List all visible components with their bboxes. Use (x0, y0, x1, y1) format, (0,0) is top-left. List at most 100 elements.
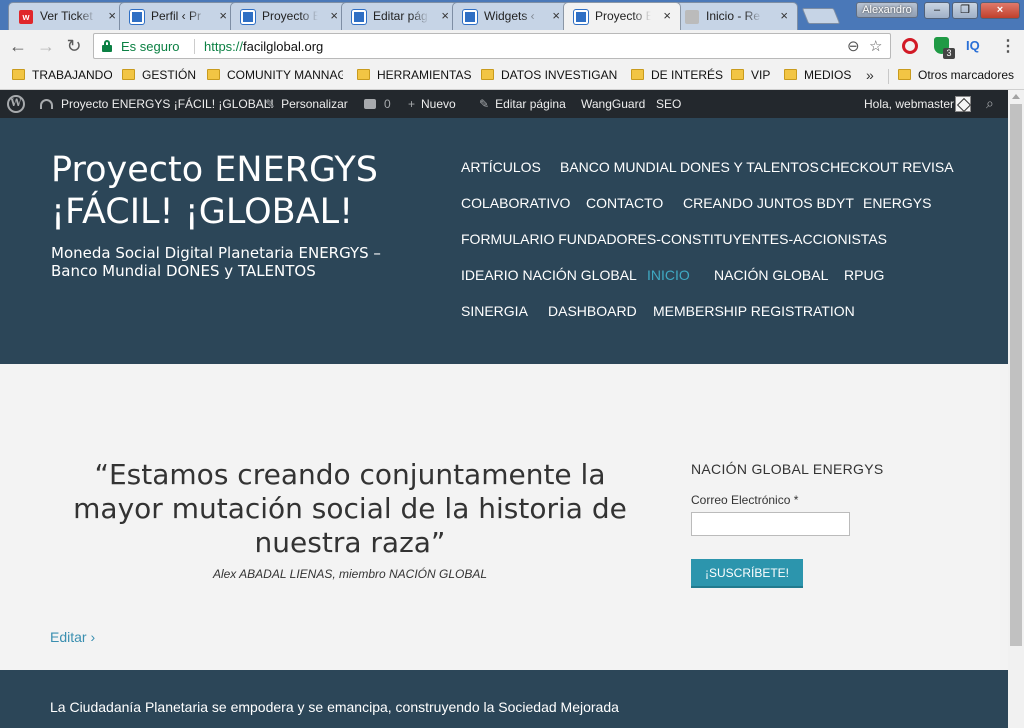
other-bookmarks[interactable]: Otros marcadores (898, 68, 1020, 84)
tab-title: Inicio - Re (706, 9, 762, 23)
browser-menu-icon[interactable]: ⋮ (1000, 36, 1016, 56)
browser-toolbar: ← → ↻ Es seguro https://facilglobal.org … (0, 30, 1024, 62)
close-icon[interactable]: × (441, 8, 449, 24)
close-icon[interactable]: × (330, 8, 338, 24)
admin-comments[interactable]: 0 (364, 97, 391, 111)
admin-new[interactable]: + Nuevo (408, 97, 456, 111)
reload-button[interactable]: ↻ (63, 35, 85, 57)
bookmark-datos[interactable]: DATOS INVESTIGANDO (481, 68, 617, 84)
close-icon[interactable]: × (552, 8, 560, 24)
forward-button[interactable]: → (35, 35, 57, 57)
menu-item-ideario[interactable]: IDEARIO NACIÓN GLOBAL (461, 267, 637, 283)
menu-item-membership[interactable]: MEMBERSHIP REGISTRATION (653, 303, 855, 319)
bookmark-herramientas[interactable]: HERRAMIENTAS (357, 68, 473, 84)
url-scheme: https:// (204, 39, 244, 54)
bookmarks-bar: TRABAJANDO GESTIÓN COMUNITY MANNAGE HERR… (0, 62, 1024, 90)
close-icon[interactable]: × (108, 8, 116, 24)
zoom-icon[interactable]: ⊖ (847, 37, 860, 55)
folder-icon (731, 69, 744, 80)
folder-icon (784, 69, 797, 80)
tab-widgets[interactable]: Widgets ‹ × (452, 2, 570, 30)
avatar-icon (685, 10, 699, 24)
bookmark-gestion[interactable]: GESTIÓN (122, 68, 198, 84)
bookmark-vip[interactable]: VIP (731, 68, 777, 84)
menu-item-sinergia[interactable]: SINERGIA (461, 303, 528, 319)
page-scrollbar[interactable] (1008, 90, 1024, 728)
admin-edit-page[interactable]: ✎ Editar página (479, 97, 566, 111)
wordpress-page-icon (574, 10, 588, 24)
extension-badge: 3 (943, 48, 955, 59)
edit-link[interactable]: Editar › (50, 629, 95, 645)
site-header: Proyecto ENERGYS ¡FÁCIL! ¡GLOBAL! Moneda… (0, 118, 1008, 364)
profile-button[interactable]: Alexandro (856, 2, 918, 18)
site-description: Moneda Social Digital Planetaria ENERGYS… (51, 244, 381, 280)
quote-author: Alex ABADAL LIENAS, miembro NACIÓN GLOBA… (212, 567, 488, 581)
email-field[interactable] (691, 512, 850, 536)
footer-text: La Ciudadanía Planetaria se empodera y s… (50, 699, 619, 715)
dashboard-icon (40, 99, 53, 109)
close-icon[interactable]: × (219, 8, 227, 24)
folder-icon (481, 69, 494, 80)
tab-proyecto-1[interactable]: Proyecto E × (230, 2, 348, 30)
admin-wangguard[interactable]: WangGuard (581, 97, 645, 111)
search-icon[interactable]: ⌕ (986, 95, 994, 112)
menu-item-creando-juntos[interactable]: CREANDO JUNTOS BDYT (683, 195, 854, 211)
divider (888, 69, 889, 84)
admin-seo[interactable]: SEO (656, 97, 681, 111)
minimize-button[interactable]: – (924, 2, 950, 19)
close-icon[interactable]: × (780, 8, 788, 24)
maximize-button[interactable]: ❐ (952, 2, 978, 19)
tab-perfil[interactable]: Perfil ‹ Pr × (119, 2, 237, 30)
site-title[interactable]: Proyecto ENERGYS ¡FÁCIL! ¡GLOBAL! (51, 149, 421, 233)
menu-item-articulos[interactable]: ARTÍCULOS (461, 159, 541, 175)
tab-proyecto-active[interactable]: Proyecto E × (563, 2, 681, 30)
bookmark-comunity[interactable]: COMUNITY MANNAGE (207, 68, 343, 84)
close-icon[interactable]: × (663, 8, 671, 24)
wordpress-page-icon (463, 10, 477, 24)
back-button[interactable]: ← (7, 35, 29, 57)
site-footer: La Ciudadanía Planetaria se empodera y s… (0, 670, 1008, 728)
menu-item-energys[interactable]: ENERGYS (863, 195, 931, 211)
url-text[interactable]: https://facilglobal.org (204, 39, 323, 54)
wordpress-logo-icon[interactable]: W (7, 95, 25, 113)
bookmark-medios[interactable]: MEDIOS (784, 68, 856, 84)
bookmark-trabajando[interactable]: TRABAJANDO (12, 68, 112, 84)
tab-title: Proyecto E (595, 9, 651, 23)
tab-ver-ticket[interactable]: w Ver Ticket × (8, 2, 126, 30)
tab-editar-pagina[interactable]: Editar pág × (341, 2, 459, 30)
scroll-up-arrow-icon[interactable] (1012, 94, 1020, 99)
opera-extension-icon[interactable] (902, 38, 918, 54)
menu-item-rpug[interactable]: RPUG (844, 267, 884, 283)
pencil-icon: ✎ (479, 97, 490, 111)
tab-title: Perfil ‹ Pr (151, 9, 207, 23)
tab-inicio[interactable]: Inicio - Re × (674, 2, 798, 30)
bookmark-de-interes[interactable]: DE INTERÉS (631, 68, 723, 84)
menu-item-dashboard[interactable]: DASHBOARD (548, 303, 637, 319)
wordpress-page-icon (130, 10, 144, 24)
scrollbar-thumb[interactable] (1010, 104, 1022, 646)
new-tab-button[interactable] (801, 8, 841, 24)
secure-label[interactable]: Es seguro (121, 39, 180, 54)
star-icon[interactable]: ☆ (869, 37, 882, 55)
menu-item-checkout[interactable]: CHECKOUT REVISA (820, 159, 954, 175)
iq-extension-icon[interactable]: IQ (966, 38, 980, 53)
address-bar[interactable]: Es seguro https://facilglobal.org ⊖ ☆ (93, 33, 891, 59)
admin-site-name[interactable]: Proyecto ENERGYS ¡FÁCIL! ¡GLOBAL! (40, 97, 274, 111)
bookmarks-overflow-button[interactable]: » (866, 67, 874, 83)
email-field-label: Correo Electrónico * (691, 493, 799, 507)
tab-title: Widgets ‹ (484, 9, 540, 23)
menu-item-inicio[interactable]: INICIO (647, 267, 690, 283)
menu-item-nacion-global[interactable]: NACIÓN GLOBAL (714, 267, 828, 283)
subscribe-button[interactable]: ¡SUSCRÍBETE! (691, 559, 803, 588)
admin-greeting[interactable]: Hola, webmaster (864, 97, 954, 111)
menu-item-formulario[interactable]: FORMULARIO FUNDADORES-CONSTITUYENTES-ACC… (461, 231, 887, 247)
tab-title: Proyecto E (262, 9, 318, 23)
divider (194, 39, 195, 54)
menu-item-contacto[interactable]: CONTACTO (586, 195, 663, 211)
user-avatar[interactable] (955, 96, 971, 112)
lock-icon (102, 40, 112, 52)
menu-item-colaborativo[interactable]: COLABORATIVO (461, 195, 570, 211)
window-close-button[interactable]: × (980, 2, 1020, 19)
menu-item-banco-mundial[interactable]: BANCO MUNDIAL DONES Y TALENTOS (560, 159, 819, 175)
admin-customize[interactable]: ✎ Personalizar (265, 97, 348, 111)
